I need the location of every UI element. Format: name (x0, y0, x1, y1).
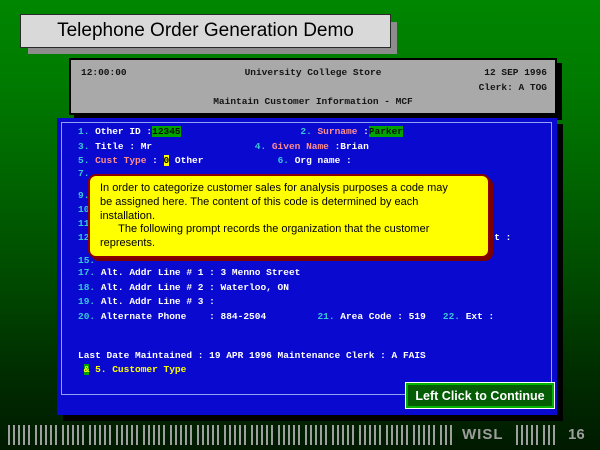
footer-brand: WISL (462, 426, 504, 443)
form-row: 19. Alt. Addr Line # 3 : (78, 296, 215, 308)
form-text: Surname (317, 126, 363, 137)
continue-button[interactable]: Left Click to Continue (406, 383, 554, 408)
form-text: Other (169, 155, 203, 166)
field-value-highlight[interactable]: 12345 (152, 126, 181, 137)
form-text: Alt. Addr Line # 3 : (101, 296, 215, 307)
form-text: 22. (443, 311, 466, 322)
form-text: Title : Mr (95, 141, 152, 152)
tooltip-line: installation. (100, 210, 478, 224)
form-row: 17. Alt. Addr Line # 1 : 3 Menno Street (78, 267, 300, 279)
form-text: 20. (78, 311, 101, 322)
form-text: Alternate Phone : 884-2504 (101, 311, 266, 322)
form-text: Area Code : 519 (340, 311, 426, 322)
form-text: 5. Customer Type (89, 364, 186, 375)
spacer (181, 126, 301, 137)
form-text: Cust Type (95, 155, 152, 166)
header-store-name: University College Store (245, 67, 382, 78)
tooltip-text: In order to categorize customer sales fo… (100, 182, 478, 251)
form-text: 6. (278, 155, 295, 166)
spacer (266, 311, 317, 322)
form-text: :Brian (335, 141, 369, 152)
form-text: 21. (317, 311, 340, 322)
form-text: 1. (78, 126, 95, 137)
spacer (78, 364, 84, 375)
form-row: 1. Other ID :12345 2. Surname :Parker (78, 126, 403, 138)
header-row-1: 12:00:00 University College Store 12 SEP… (71, 67, 555, 78)
form-text: : (363, 126, 369, 137)
field-value-highlight[interactable]: Parker (369, 126, 403, 137)
terminal-screen: 1. Other ID :12345 2. Surname :Parker3. … (57, 118, 557, 415)
form-row: Last Date Maintained : 19 APR 1996 Maint… (78, 350, 426, 362)
form-text: t : (494, 232, 511, 243)
form-text: 4. (255, 141, 272, 152)
spacer (203, 155, 277, 166)
form-text: Alt. Addr Line # 2 : Waterloo, ON (101, 282, 289, 293)
spacer (152, 141, 255, 152)
page-number: 16 (568, 426, 585, 443)
form-text: 19. (78, 296, 101, 307)
form-text: 2. (300, 126, 317, 137)
tooltip-line: be assigned here. The content of this co… (100, 196, 478, 210)
form-text: Org name : (295, 155, 352, 166)
form-text: : (152, 155, 163, 166)
tooltip-line: In order to categorize customer sales fo… (100, 182, 478, 196)
barcode-right (516, 425, 556, 445)
form-text: Last Date Maintained : 19 APR 1996 Maint… (78, 350, 426, 361)
slide: Telephone Order Generation Demo 12:00:00… (0, 0, 600, 450)
spacer (426, 311, 443, 322)
form-text: 17. (78, 267, 101, 278)
barcode-left (8, 425, 454, 445)
tooltip-line: The following prompt records the organiz… (100, 223, 478, 237)
form-text: 18. (78, 282, 101, 293)
header-time: 12:00:00 (81, 67, 127, 78)
form-text: 3. (78, 141, 95, 152)
form-row: 20. Alternate Phone : 884-2504 21. Area … (78, 311, 494, 323)
form-text: Other ID : (95, 126, 152, 137)
form-row: 5. Cust Type : 0 Other 6. Org name : (78, 155, 352, 167)
form-text: Given Name (272, 141, 335, 152)
header-screen-title: Maintain Customer Information - MCF (71, 96, 555, 107)
header-clerk: Clerk: A TOG (71, 82, 555, 93)
form-row: 3. Title : Mr 4. Given Name :Brian (78, 141, 369, 153)
form-text: Alt. Addr Line # 1 : 3 Menno Street (101, 267, 301, 278)
header-date: 12 SEP 1996 (484, 67, 547, 78)
form-text: Ext : (466, 311, 495, 322)
form-row: & 5. Customer Type (78, 364, 186, 376)
form-row: 18. Alt. Addr Line # 2 : Waterloo, ON (78, 282, 289, 294)
page-title: Telephone Order Generation Demo (57, 20, 354, 41)
tooltip: In order to categorize customer sales fo… (88, 174, 490, 258)
form-text: 5. (78, 155, 95, 166)
title-banner: Telephone Order Generation Demo (20, 14, 391, 48)
tooltip-line: represents. (100, 237, 478, 251)
terminal-header: 12:00:00 University College Store 12 SEP… (69, 58, 557, 115)
form-text: 7. (78, 168, 89, 179)
